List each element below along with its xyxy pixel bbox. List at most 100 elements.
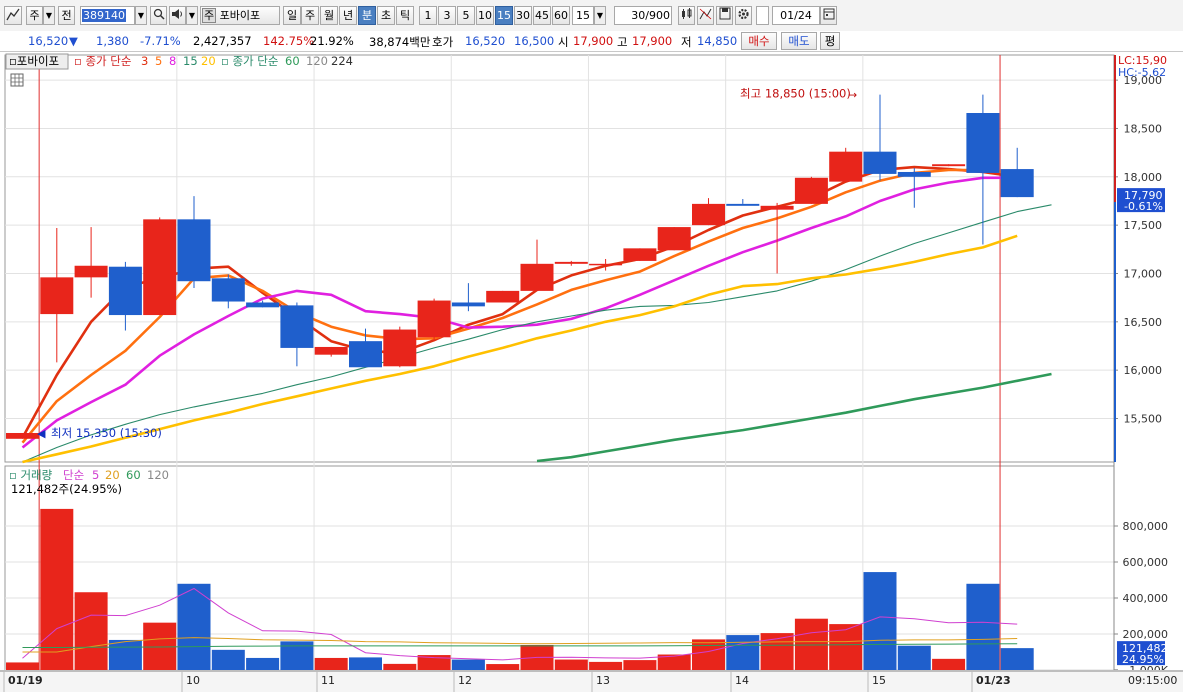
period-tab[interactable]: 월 [320, 6, 338, 25]
min-price-annotation: 최저 15,350 (15:30) [51, 426, 162, 440]
chevron-down-icon[interactable]: ▼ [186, 6, 198, 25]
high-price: 17,900 [632, 34, 673, 48]
minute-tab[interactable]: 30 [514, 6, 532, 25]
volume-bar [246, 657, 280, 670]
legend-ma2-label: ▫ 종가 단순 [221, 54, 278, 68]
period-tab[interactable]: 틱 [396, 6, 414, 25]
candle-body [623, 248, 657, 261]
chevron-down-icon[interactable]: ▼ [43, 6, 55, 25]
candle-settings-icon[interactable] [678, 6, 695, 25]
legend-ma-label: ▫ 종가 단순 [74, 54, 131, 68]
candle-body [589, 263, 623, 266]
trade-volume: 2,427,357 [193, 34, 252, 48]
interval-select[interactable]: 15 [572, 6, 594, 25]
chart-type-icon[interactable] [4, 6, 22, 25]
low-label: 저 [681, 35, 692, 49]
candle-body [966, 113, 1000, 173]
y-tick-label: 18,500 [1124, 122, 1163, 135]
chevron-down-icon[interactable]: ▼ [135, 6, 147, 25]
x-tick-label: 10 [186, 674, 200, 687]
y-tick-label: 600,000 [1123, 556, 1169, 569]
date-checkbox[interactable] [756, 6, 769, 25]
stock-name-field[interactable]: 주 포바이포 [200, 6, 280, 25]
candle-body [760, 205, 794, 210]
count-field[interactable]: 30/900 [614, 6, 672, 25]
candle-body [554, 261, 588, 264]
eval-button[interactable]: 평 [820, 32, 840, 50]
period-tab[interactable]: 초 [377, 6, 395, 25]
x-tick-label: 11 [321, 674, 335, 687]
y-tick-label: 400,000 [1123, 592, 1169, 605]
x-tick-label: 13 [596, 674, 610, 687]
candle-body [246, 302, 280, 308]
stock-code-input[interactable]: 389140 [80, 6, 135, 25]
period-tab[interactable]: 일 [283, 6, 301, 25]
sell-button[interactable]: 매도 [781, 32, 817, 50]
chevron-down-icon[interactable]: ▼ [594, 6, 606, 25]
minute-tab[interactable]: 10 [476, 6, 494, 25]
candle-body [280, 305, 314, 348]
save-icon[interactable] [716, 6, 733, 25]
volume-bar [1000, 648, 1034, 670]
volume-bar [383, 663, 417, 670]
y-tick-label: 18,000 [1124, 171, 1163, 184]
change-percent: -7.71% [140, 34, 181, 48]
legend-ma-period: 15 [183, 54, 198, 68]
x-tick-label: 01/19 [8, 674, 43, 687]
minute-tab[interactable]: 3 [438, 6, 456, 25]
gear-icon[interactable] [735, 6, 752, 25]
y-tick-label: 15,500 [1124, 412, 1163, 425]
candle-body [829, 151, 863, 182]
buy-button[interactable]: 매수 [741, 32, 777, 50]
ask-price: 16,520 [465, 34, 506, 48]
candle-body [177, 219, 211, 282]
legend-ma2-period: 120 [306, 54, 328, 68]
candle-body [40, 277, 74, 315]
period-tab[interactable]: 주 [301, 6, 319, 25]
volume-ratio: 142.75% [263, 34, 315, 48]
quote-bar: 16,520 ▼ 1,380 -7.71% 2,427,357 142.75% … [0, 31, 1183, 52]
open-price: 17,900 [573, 34, 614, 48]
market-select[interactable]: 주 [26, 6, 43, 25]
candle-body [692, 203, 725, 226]
volume-bar [794, 618, 828, 670]
crosshair-icon[interactable] [697, 6, 714, 25]
volume-legend-name: ▫ 거래량 [9, 468, 53, 482]
candle-body [726, 203, 760, 206]
period-tab[interactable]: 년 [339, 6, 357, 25]
volume-bar [108, 639, 142, 670]
search-icon[interactable] [150, 6, 167, 25]
volume-bar [726, 635, 760, 670]
prev-button[interactable]: 전 [58, 6, 75, 25]
candle-body [383, 329, 417, 367]
price-chart[interactable]: 19,00018,50018,00017,50017,00016,50016,0… [0, 52, 1183, 692]
candle-body [143, 219, 177, 316]
last-pct-label: -0.61% [1124, 200, 1163, 213]
legend-stock-name: ▫포바이포 [9, 54, 59, 68]
open-label: 시 [558, 35, 569, 49]
date-input[interactable]: 01/24 [772, 6, 820, 25]
minute-tab[interactable]: 45 [533, 6, 551, 25]
legend-ma2-period: 224 [331, 54, 353, 68]
minute-tab[interactable]: 60 [552, 6, 570, 25]
candle-body [417, 300, 451, 338]
minute-tab[interactable]: 5 [457, 6, 475, 25]
current-price: 16,520 [28, 34, 69, 48]
x-tick-label: 12 [458, 674, 472, 687]
speaker-icon[interactable] [169, 6, 186, 25]
period-tab[interactable]: 분 [358, 6, 376, 25]
minute-tab[interactable]: 15 [495, 6, 513, 25]
candle-body [211, 278, 245, 302]
ask-label: 호가 [432, 35, 454, 49]
minute-tab[interactable]: 1 [419, 6, 437, 25]
trade-amount: 38,874백만 [369, 35, 431, 49]
candle-body [1000, 169, 1034, 198]
count-max: /900 [645, 9, 670, 22]
legend-ma-period: 8 [169, 54, 176, 68]
volume-bar [349, 657, 382, 670]
chart-background [0, 52, 1183, 692]
volume-bar [314, 657, 348, 670]
y-tick-label: 17,500 [1124, 219, 1163, 232]
calendar-icon[interactable] [820, 6, 837, 25]
hc-label: HC:-5.62 [1118, 66, 1166, 79]
